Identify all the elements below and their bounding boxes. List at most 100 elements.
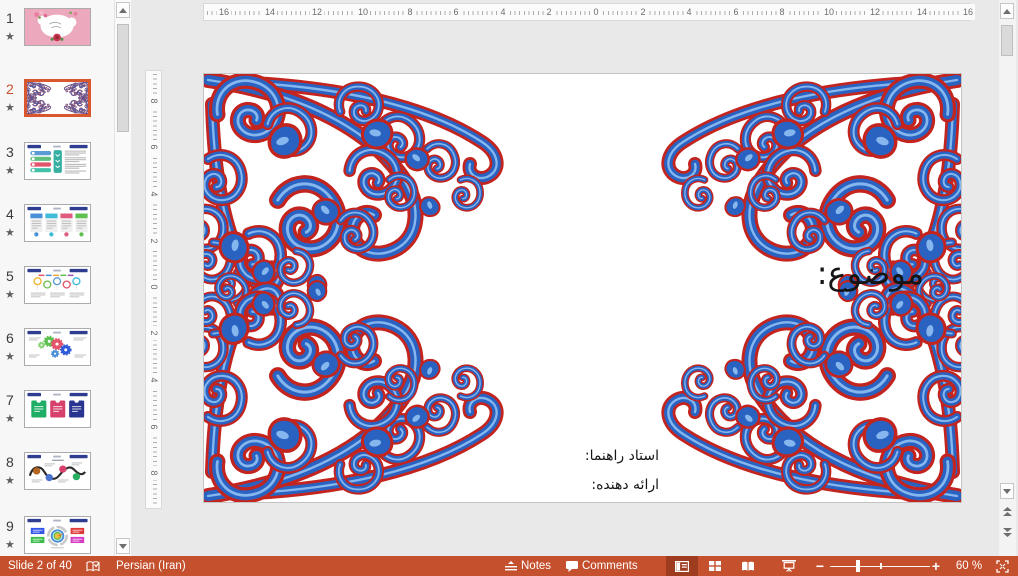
animation-star-icon: ★: [5, 288, 15, 301]
status-bar: Slide 2 of 40 Persian (Iran) Notes Comme…: [0, 556, 1018, 576]
previous-slide-button[interactable]: [1000, 504, 1014, 520]
comments-button[interactable]: Comments: [566, 556, 638, 576]
animation-star-icon: ★: [5, 350, 15, 363]
ruler-number: 8: [405, 4, 414, 20]
thumb-scroll-up-button[interactable]: [116, 2, 130, 18]
slide-number: 2: [6, 81, 14, 97]
slide-thumbnail-7[interactable]: [24, 390, 91, 428]
ruler-number: 6: [731, 4, 740, 20]
ruler-number: 8: [148, 466, 160, 480]
slide-sorter-icon: [709, 561, 721, 571]
ruler-number: 2: [544, 4, 553, 20]
double-chevron-up-icon: [1003, 507, 1012, 517]
slide-number: 6: [6, 330, 14, 346]
zoom-slider[interactable]: [830, 556, 930, 576]
ruler-number: 2: [638, 4, 647, 20]
slide-sorter-view-button[interactable]: [700, 556, 730, 576]
ruler-number: 10: [822, 4, 836, 20]
zoom-slider-midpoint: [880, 563, 882, 569]
animation-star-icon: ★: [5, 30, 15, 43]
thumb-1-art: [25, 9, 90, 45]
triangle-down-icon: [119, 544, 127, 549]
thumb-6-art: [25, 329, 90, 365]
normal-view-button[interactable]: [666, 556, 698, 576]
ruler-number: 16: [961, 4, 975, 20]
reading-view-button[interactable]: [733, 556, 763, 576]
slide-number: 4: [6, 206, 14, 222]
language-indicator[interactable]: Persian (Iran): [116, 556, 186, 576]
scroll-thumb[interactable]: [1001, 25, 1013, 56]
spell-check-button[interactable]: [82, 556, 104, 576]
next-slide-button[interactable]: [1000, 524, 1014, 540]
slideshow-view-button[interactable]: [772, 556, 806, 576]
zoom-slider-track[interactable]: [830, 556, 930, 576]
slide-number: 9: [6, 518, 14, 534]
slide-thumbnail-6[interactable]: [24, 328, 91, 366]
spell-check-icon: [86, 560, 101, 573]
ruler-number: 14: [915, 4, 929, 20]
scroll-up-button[interactable]: [1000, 3, 1014, 19]
ruler-number: 8: [148, 94, 160, 108]
ruler-number: 12: [868, 4, 882, 20]
ruler-number: 0: [591, 4, 600, 20]
slide-thumbnail-1[interactable]: [24, 8, 91, 46]
thumb-scroll-down-button[interactable]: [116, 538, 130, 554]
ruler-number: 6: [451, 4, 460, 20]
thumb-scroll-thumb[interactable]: [117, 24, 129, 132]
ruler-number: 2: [148, 326, 160, 340]
ruler-number: 12: [310, 4, 324, 20]
zoom-out-button[interactable]: −: [812, 556, 828, 576]
animation-star-icon: ★: [5, 164, 15, 177]
ruler-number: 14: [263, 4, 277, 20]
slide-number: 1: [6, 10, 14, 26]
thumbnail-pane-scrollbar[interactable]: [114, 0, 131, 556]
slide-thumbnail-9[interactable]: [24, 516, 91, 554]
main-vertical-scrollbar[interactable]: [999, 0, 1016, 556]
notes-label: Notes: [521, 556, 551, 576]
slide-number: 5: [6, 268, 14, 284]
triangle-down-icon: [1003, 489, 1011, 494]
ruler-number: 0: [148, 280, 160, 294]
slide-canvas[interactable]: موضوع: استاد راهنما: ارائه دهنده:: [203, 73, 962, 503]
slide-thumbnail-4[interactable]: [24, 204, 91, 242]
slide-title-placeholder[interactable]: موضوع:: [817, 254, 924, 292]
reading-view-icon: [741, 561, 755, 572]
vertical-ruler: 8 6 4 2 0 2 4 6 8: [145, 70, 162, 509]
slide-number: 7: [6, 392, 14, 408]
ruler-number: 10: [356, 4, 370, 20]
presenter-label: ارائه دهنده:: [585, 471, 659, 500]
normal-view-icon: [675, 561, 689, 572]
animation-star-icon: ★: [5, 412, 15, 425]
notes-button[interactable]: Notes: [505, 556, 551, 576]
slide-thumbnail-5[interactable]: [24, 266, 91, 304]
thumb-8-art: [25, 453, 90, 489]
animation-star-icon: ★: [5, 226, 15, 239]
slide-thumbnail-2-selected[interactable]: [24, 79, 91, 117]
slide-thumbnail-pane: 1 ★ 2 ★ 3 ★: [0, 0, 131, 556]
thumb-7-art: [25, 391, 90, 427]
zoom-level-button[interactable]: 60 %: [948, 556, 990, 576]
triangle-up-icon: [119, 8, 127, 13]
slideshow-icon: [782, 560, 796, 572]
slide-thumbnail-8[interactable]: [24, 452, 91, 490]
horizontal-ruler: 16 14 12 10 8 6 4 2 0 2 4 6 8 10 12 14 1…: [203, 3, 970, 21]
notes-icon: [505, 561, 517, 571]
slide-thumbnail-3[interactable]: [24, 142, 91, 180]
fit-slide-to-window-button[interactable]: [990, 556, 1014, 576]
slide-number: 3: [6, 144, 14, 160]
thumb-3-art: [25, 143, 90, 179]
zoom-in-button[interactable]: +: [928, 556, 944, 576]
thumb-4-art: [25, 205, 90, 241]
scroll-down-button[interactable]: [1000, 483, 1014, 499]
animation-star-icon: ★: [5, 538, 15, 551]
triangle-up-icon: [1003, 9, 1011, 14]
zoom-slider-thumb[interactable]: [856, 560, 860, 572]
thumb-9-art: [25, 517, 90, 553]
powerpoint-window: 1 ★ 2 ★ 3 ★: [0, 0, 1018, 576]
ruler-number: 4: [684, 4, 693, 20]
supervisor-label: استاد راهنما:: [585, 442, 659, 471]
slide-counter[interactable]: Slide 2 of 40: [8, 556, 72, 576]
thumb-2-art: [27, 82, 88, 114]
slide-credits-placeholder[interactable]: استاد راهنما: ارائه دهنده:: [585, 442, 659, 500]
fit-to-window-icon: [996, 560, 1009, 573]
